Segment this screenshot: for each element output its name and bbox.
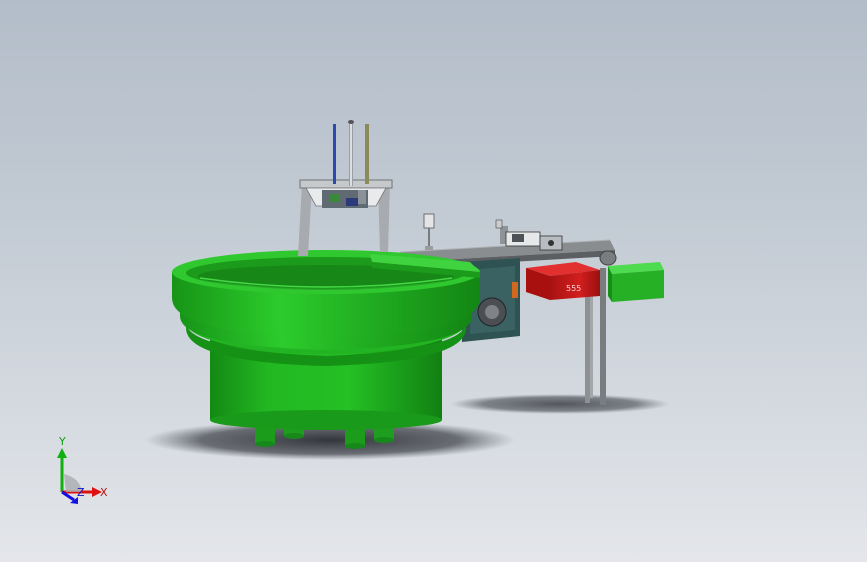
triad-x-label: X (100, 486, 108, 499)
triad-y-label: Y (58, 436, 66, 448)
pick-gantry[interactable] (298, 120, 393, 256)
coordinate-triad: Y X Z (57, 436, 108, 504)
vibratory-bowl[interactable] (172, 250, 480, 366)
sensor-bracket[interactable] (423, 213, 435, 250)
graphics-viewport[interactable]: 555 Y X Z (0, 0, 867, 562)
3d-model-scene[interactable]: 555 (0, 0, 867, 562)
red-reject-bin[interactable]: 555 (526, 262, 600, 300)
bin-label: 555 (566, 284, 581, 293)
green-accept-bin[interactable] (608, 262, 664, 302)
pusher-assembly[interactable] (495, 219, 563, 251)
triad-z-label: Z (77, 486, 85, 499)
